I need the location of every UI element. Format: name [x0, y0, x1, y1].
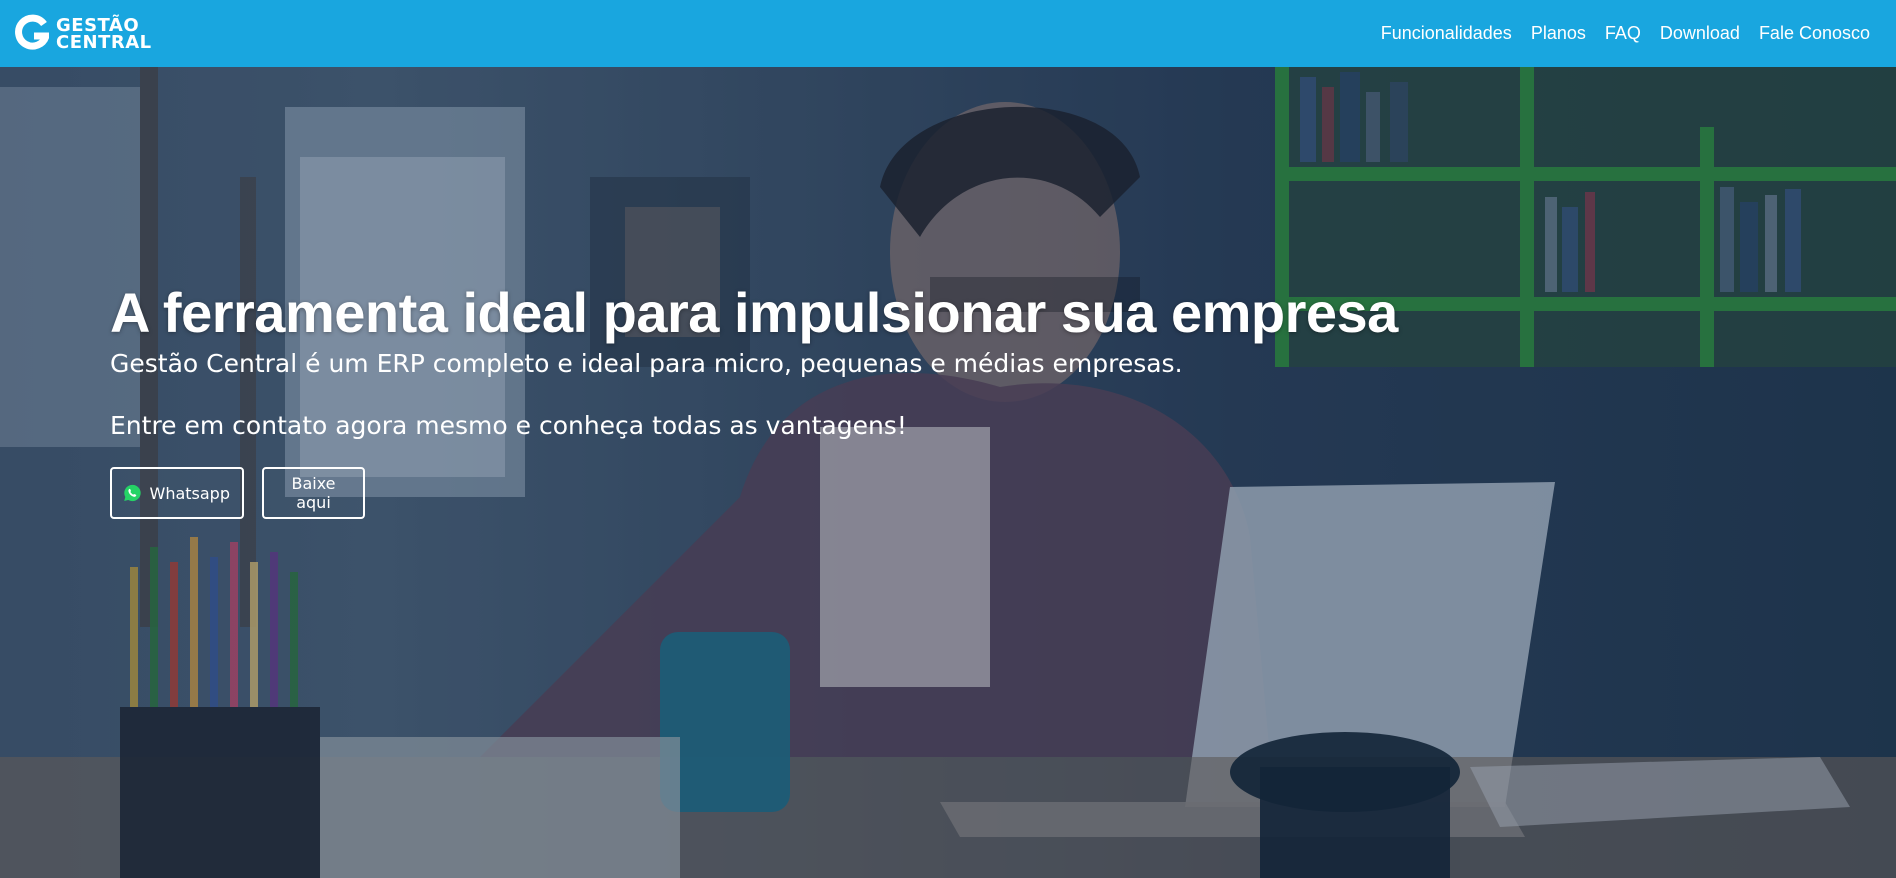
- whatsapp-button[interactable]: Whatsapp: [110, 467, 244, 519]
- brand-name: GESTÃO CENTRAL: [56, 14, 152, 53]
- hero-cta-text: Entre em contato agora mesmo e conheça t…: [110, 411, 907, 440]
- download-button[interactable]: Baixe aqui: [262, 467, 365, 519]
- whatsapp-icon: [124, 484, 141, 502]
- top-navbar: GESTÃO CENTRAL Funcionalidades Planos FA…: [0, 0, 1896, 67]
- brand-name-line2: CENTRAL: [56, 31, 152, 53]
- hero-title: A ferramenta ideal para impulsionar sua …: [110, 281, 1398, 344]
- brand-logo[interactable]: GESTÃO CENTRAL: [15, 14, 152, 54]
- hero-section: A ferramenta ideal para impulsionar sua …: [0, 67, 1896, 878]
- hero-content: A ferramenta ideal para impulsionar sua …: [110, 280, 1398, 519]
- brand-g-icon: [15, 14, 49, 50]
- nav-link-planos[interactable]: Planos: [1531, 23, 1586, 44]
- nav-link-funcionalidades[interactable]: Funcionalidades: [1381, 23, 1512, 44]
- hero-subtitle: Gestão Central é um ERP completo e ideal…: [110, 349, 1183, 378]
- nav-link-faq[interactable]: FAQ: [1605, 23, 1641, 44]
- download-button-label: Baixe aqui: [291, 474, 336, 512]
- nav-link-download[interactable]: Download: [1660, 23, 1740, 44]
- hero-buttons: Whatsapp Baixe aqui: [110, 467, 1398, 519]
- nav-link-fale-conosco[interactable]: Fale Conosco: [1759, 23, 1870, 44]
- whatsapp-button-label: Whatsapp: [149, 483, 231, 503]
- main-nav: Funcionalidades Planos FAQ Download Fale…: [1381, 23, 1870, 44]
- brand-name-line1: GESTÃO: [56, 14, 140, 36]
